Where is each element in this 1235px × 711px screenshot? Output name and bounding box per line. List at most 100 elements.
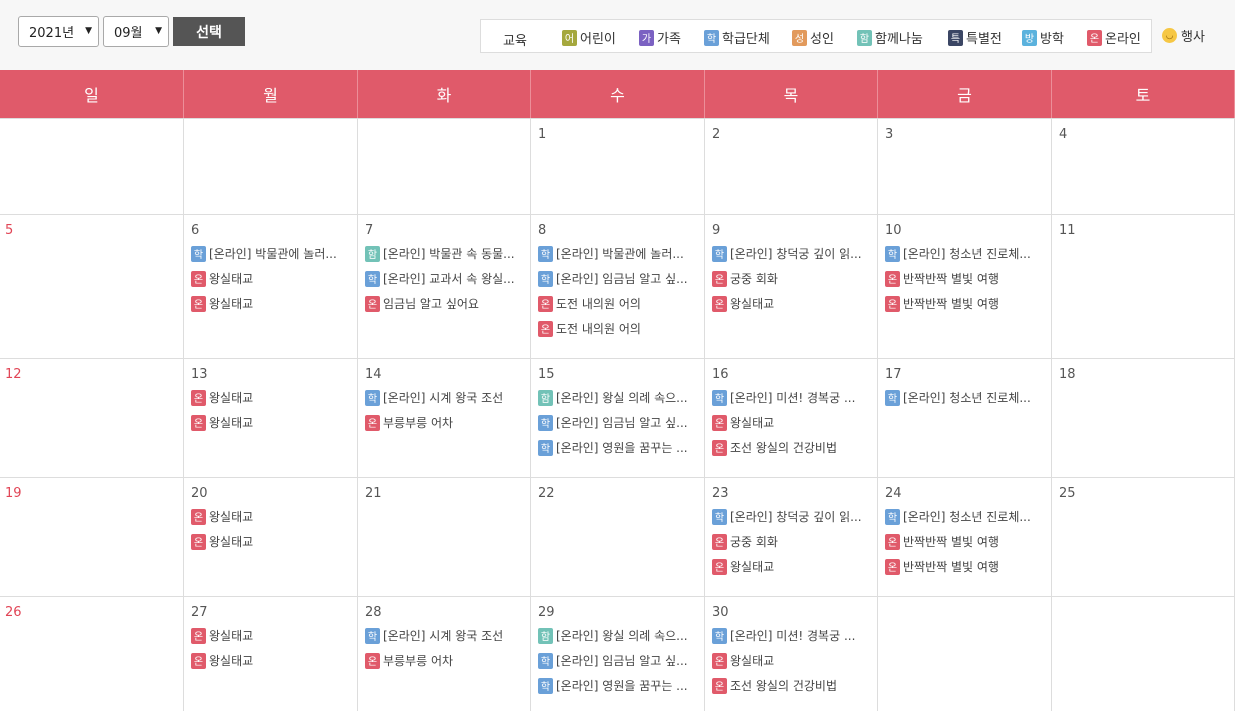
event-item[interactable]: 온 도전 내의원 어의 [538,320,641,337]
legend-item[interactable]: 온 온라인 [1087,28,1141,47]
day-cell[interactable] [0,119,184,215]
day-cell[interactable]: 2 [705,119,878,215]
event-item[interactable]: 온 부릉부릉 어차 [365,652,453,669]
day-cell[interactable]: 28 학 [온라인] 시계 왕국 조선 온 부릉부릉 어차 [358,597,531,711]
day-cell[interactable]: 12 [0,359,184,478]
day-cell[interactable]: 20 온 왕실태교 온 왕실태교 [184,478,358,597]
day-cell[interactable]: 11 [1052,215,1235,359]
day-cell[interactable]: 13 온 왕실태교 온 왕실태교 [184,359,358,478]
event-item[interactable]: 함 [온라인] 박물관 속 동물... [365,245,515,262]
day-cell[interactable]: 19 [0,478,184,597]
event-item[interactable]: 온 왕실태교 [191,270,253,287]
event-item[interactable]: 온 왕실태교 [191,508,253,525]
event-item[interactable]: 온 왕실태교 [712,295,774,312]
day-cell[interactable]: 1 [531,119,705,215]
day-cell[interactable]: 8 학 [온라인] 박물관에 놀러... 학 [온라인] 임금님 알고 싶... 온 도전 … [531,215,705,359]
day-cell[interactable] [878,597,1052,711]
day-cell[interactable]: 6 학 [온라인] 박물관에 놀러... 온 왕실태교 온 왕실태교 [184,215,358,359]
event-item[interactable]: 온 왕실태교 [191,652,253,669]
event-item[interactable]: 학 [온라인] 교과서 속 왕실... [365,270,515,287]
legend-item[interactable]: 어 어린이 [562,28,616,47]
event-item[interactable]: 온 왕실태교 [712,414,774,431]
day-cell[interactable]: 15 함 [온라인] 왕실 의례 속으... 학 [온라인] 임금님 알고 싶... 학[… [531,359,705,478]
legend-item-label: 어린이 [580,32,616,47]
event-item[interactable]: 온 왕실태교 [191,627,253,644]
day-cell[interactable]: 21 [358,478,531,597]
event-item[interactable]: 온 반짝반짝 별빛 여행 [885,558,999,575]
event-item[interactable]: 온 왕실태교 [191,414,253,431]
day-cell[interactable]: 24 학 [온라인] 청소년 진로체... 온 반짝반짝 별빛 여행 온 반짝반짝 별빛 여… [878,478,1052,597]
day-cell[interactable] [358,119,531,215]
event-item[interactable]: 학 [온라인] 미션! 경복궁 ... [712,627,855,644]
event-legend-label: 행사 [1181,30,1205,45]
event-item[interactable]: 학 [온라인] 시계 왕국 조선 [365,389,503,406]
event-item[interactable]: 함 [온라인] 왕실 의례 속으... [538,627,688,644]
category-badge: 학 [704,29,719,46]
category-badge: 온 [712,558,727,575]
legend-item[interactable]: 성 성인 [792,28,834,47]
event-item[interactable]: 온 반짝반짝 별빛 여행 [885,295,999,312]
legend-item[interactable]: 방 방학 [1022,28,1064,47]
category-badge: 함 [857,29,872,46]
event-item[interactable]: 학 [온라인] 창덕궁 깊이 읽... [712,508,862,525]
event-item[interactable]: 온 부릉부릉 어차 [365,414,453,431]
legend-item[interactable]: 함 함께나눔 [857,28,923,47]
event-item[interactable]: 학 [온라인] 시계 왕국 조선 [365,627,503,644]
event-item[interactable]: 온 왕실태교 [712,652,774,669]
day-number: 26 [5,605,22,620]
event-item[interactable]: 온 왕실태교 [191,295,253,312]
year-select[interactable]: 2021년 ▼ [18,16,99,47]
day-cell[interactable]: 23 학 [온라인] 창덕궁 깊이 읽... 온 궁중 회화 온 왕실태교 [705,478,878,597]
day-cell[interactable]: 22 [531,478,705,597]
event-item[interactable]: 학 [온라인] 임금님 알고 싶... [538,652,688,669]
event-item[interactable]: 학 [온라인] 임금님 알고 싶... [538,414,688,431]
event-item[interactable]: 온 왕실태교 [191,533,253,550]
event-item[interactable]: 학 [온라인] 청소년 진로체... [885,389,1031,406]
day-cell[interactable]: 3 [878,119,1052,215]
event-item[interactable]: 온 임금님 알고 싶어요 [365,295,479,312]
event-item[interactable]: 학 [온라인] 박물관에 놀러... [538,245,684,262]
month-select[interactable]: 09월 ▼ [103,16,169,47]
day-cell[interactable]: 30 학 [온라인] 미션! 경복궁 ... 온 왕실태교 온 조선 왕실의 건강비법 [705,597,878,711]
event-item[interactable]: 온 궁중 회화 [712,533,778,550]
event-title: [온라인] 박물관에 놀러... [556,247,684,261]
event-item[interactable]: 학 [온라인] 창덕궁 깊이 읽... [712,245,862,262]
event-item[interactable]: 학 [온라인] 청소년 진로체... [885,508,1031,525]
day-cell[interactable]: 17 학 [온라인] 청소년 진로체... [878,359,1052,478]
event-item[interactable]: 온 반짝반짝 별빛 여행 [885,270,999,287]
event-title: [온라인] 창덕궁 깊이 읽... [730,247,862,261]
event-item[interactable]: 온 도전 내의원 어의 [538,295,641,312]
day-cell[interactable] [184,119,358,215]
event-item[interactable]: 학 [온라인] 청소년 진로체... [885,245,1031,262]
event-item[interactable]: 온 왕실태교 [712,558,774,575]
day-cell[interactable]: 7 함 [온라인] 박물관 속 동물... 학 [온라인] 교과서 속 왕실... 온 임금… [358,215,531,359]
day-number: 7 [365,223,374,238]
event-item[interactable]: 온 왕실태교 [191,389,253,406]
day-cell[interactable]: 5 [0,215,184,359]
day-cell[interactable]: 4 [1052,119,1235,215]
day-cell[interactable] [1052,597,1235,711]
legend-item[interactable]: 학 학급단체 [704,28,770,47]
event-item[interactable]: 온 조선 왕실의 건강비법 [712,439,837,456]
day-cell[interactable]: 26 [0,597,184,711]
day-cell[interactable]: 27 온 왕실태교 온 왕실태교 [184,597,358,711]
select-button[interactable]: 선택 [173,17,245,46]
day-cell[interactable]: 16 학 [온라인] 미션! 경복궁 ... 온 왕실태교 온 조선 왕실의 건강비법 [705,359,878,478]
event-item[interactable]: 학 [온라인] 영원을 꿈꾸는 ... [538,677,688,694]
event-item[interactable]: 함 [온라인] 왕실 의례 속으... [538,389,688,406]
legend-item[interactable]: 가 가족 [639,28,681,47]
day-cell[interactable]: 25 [1052,478,1235,597]
day-cell[interactable]: 14 학 [온라인] 시계 왕국 조선 온 부릉부릉 어차 [358,359,531,478]
event-item[interactable]: 학 [온라인] 미션! 경복궁 ... [712,389,855,406]
day-cell[interactable]: 10 학 [온라인] 청소년 진로체... 온 반짝반짝 별빛 여행 온 반짝반짝 별빛 여… [878,215,1052,359]
event-item[interactable]: 온 궁중 회화 [712,270,778,287]
event-item[interactable]: 학 [온라인] 영원을 꿈꾸는 ... [538,439,688,456]
event-item[interactable]: 온 반짝반짝 별빛 여행 [885,533,999,550]
event-item[interactable]: 학 [온라인] 박물관에 놀러... [191,245,337,262]
event-item[interactable]: 온 조선 왕실의 건강비법 [712,677,837,694]
event-item[interactable]: 학 [온라인] 임금님 알고 싶... [538,270,688,287]
day-cell[interactable]: 18 [1052,359,1235,478]
day-cell[interactable]: 29 함 [온라인] 왕실 의례 속으... 학 [온라인] 임금님 알고 싶... 학[… [531,597,705,711]
legend-item[interactable]: 특 특별전 [948,28,1002,47]
day-cell[interactable]: 9 학 [온라인] 창덕궁 깊이 읽... 온 궁중 회화 온 왕실태교 [705,215,878,359]
